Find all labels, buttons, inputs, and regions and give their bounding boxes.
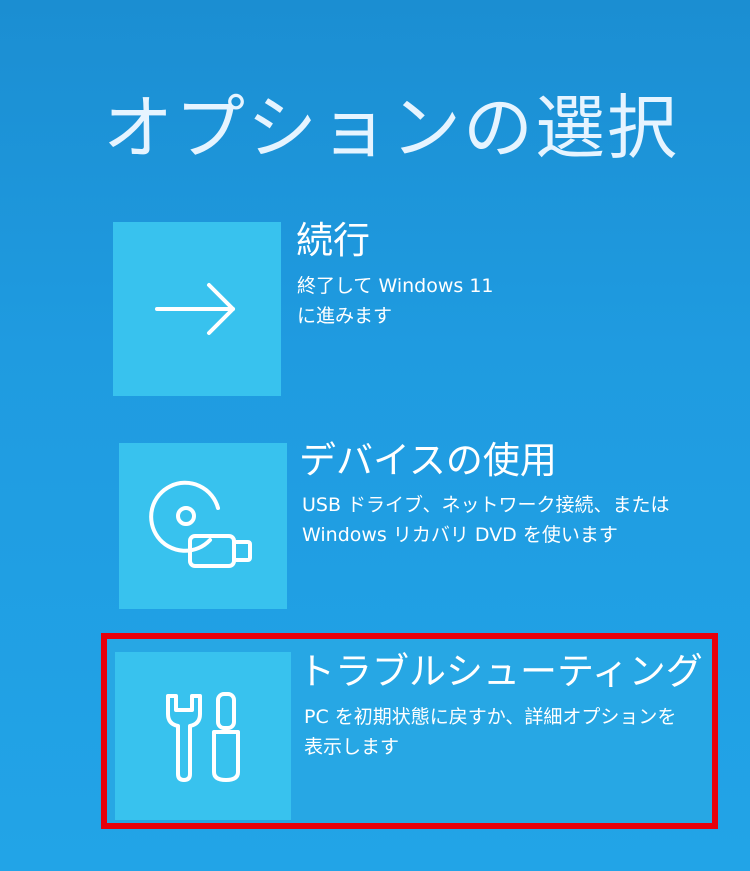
description-line: 表示します: [304, 736, 400, 758]
description-line: Windows リカバリ DVD を使います: [302, 524, 618, 546]
description-line: に進みます: [297, 305, 393, 327]
tools-icon: [166, 692, 240, 782]
option-continue-title: 続行: [296, 219, 370, 262]
description-line: 終了して Windows 11: [297, 275, 494, 297]
option-troubleshoot-tile[interactable]: [115, 652, 291, 820]
description-line: USB ドライブ、ネットワーク接続、または: [302, 494, 670, 516]
option-use-device-description: USB ドライブ、ネットワーク接続、または Windows リカバリ DVD を…: [302, 490, 669, 550]
option-troubleshoot-title: トラブルシューティング: [298, 650, 703, 693]
description-line: PC を初期状態に戻すか、詳細オプションを: [304, 706, 677, 728]
option-continue-description: 終了して Windows 11 に進みます: [297, 271, 494, 331]
option-troubleshoot-description: PC を初期状態に戻すか、詳細オプションを 表示します: [304, 702, 676, 762]
arrow-right-icon: [155, 283, 235, 335]
option-use-device-title: デバイスの使用: [299, 439, 557, 482]
option-use-device-tile[interactable]: [119, 443, 287, 609]
disc-usb-icon: [149, 480, 252, 568]
option-continue-tile[interactable]: [113, 222, 281, 396]
page-title: オプションの選択: [103, 86, 679, 169]
